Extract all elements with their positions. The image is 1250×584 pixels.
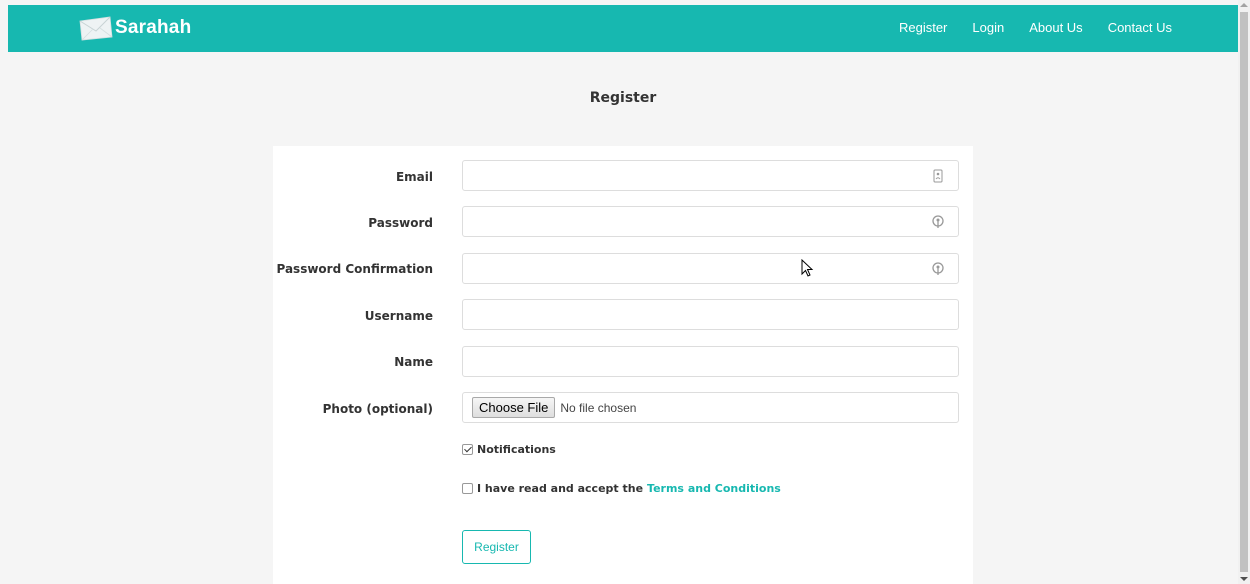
password-confirmation-input[interactable] [463,254,958,283]
scroll-up-arrow-icon[interactable] [1240,3,1248,7]
page-title: Register [589,90,657,106]
notifications-checkbox[interactable] [462,444,473,455]
contact-card-icon [933,169,943,183]
username-field[interactable] [462,299,959,330]
terms-label: I have read and accept the [477,482,644,495]
notifications-label: Notifications [477,443,556,456]
nav-link-register[interactable]: Register [899,20,947,35]
nav-links: Register Login About Us Contact Us [874,20,1172,35]
choose-file-button[interactable]: Choose File [472,397,556,418]
password-confirmation-field[interactable] [462,253,959,284]
terms-and-conditions-link[interactable]: Terms and Conditions [647,482,781,495]
file-status-text: No file chosen [560,400,637,415]
brand-name: Sarahah [115,17,192,38]
nav-link-about-us[interactable]: About Us [1029,20,1082,35]
mouse-cursor-icon [801,259,814,277]
key-icon [932,262,944,275]
nav-link-contact-us[interactable]: Contact Us [1108,20,1172,35]
name-label: Name [394,355,433,369]
envelope-logo-icon [79,16,113,41]
vertical-scrollbar[interactable] [1238,0,1250,584]
password-field[interactable] [462,206,959,237]
email-label: Email [395,170,433,184]
password-confirmation-label: Password Confirmation [276,262,433,276]
email-input[interactable] [463,161,958,190]
brand[interactable]: Sarahah [78,13,191,43]
scroll-down-arrow-icon[interactable] [1240,577,1248,581]
register-button[interactable]: Register [462,530,531,564]
username-label: Username [364,309,433,323]
password-label: Password [368,216,433,230]
register-form: Email Password Password Confirmation Use… [273,146,973,584]
notifications-option[interactable]: Notifications [462,443,556,456]
key-icon [932,215,944,228]
photo-file-field[interactable]: Choose File No file chosen [462,392,959,423]
terms-checkbox[interactable] [462,483,473,494]
name-field[interactable] [462,346,959,377]
nav-link-login[interactable]: Login [972,20,1004,35]
password-input[interactable] [463,207,958,236]
navbar: Sarahah Register Login About Us Contact … [8,5,1238,52]
email-field[interactable] [462,160,959,191]
terms-option[interactable]: I have read and accept the Terms and Con… [462,482,781,495]
name-input[interactable] [463,347,958,376]
photo-label: Photo (optional) [322,402,433,416]
username-input[interactable] [463,300,958,329]
